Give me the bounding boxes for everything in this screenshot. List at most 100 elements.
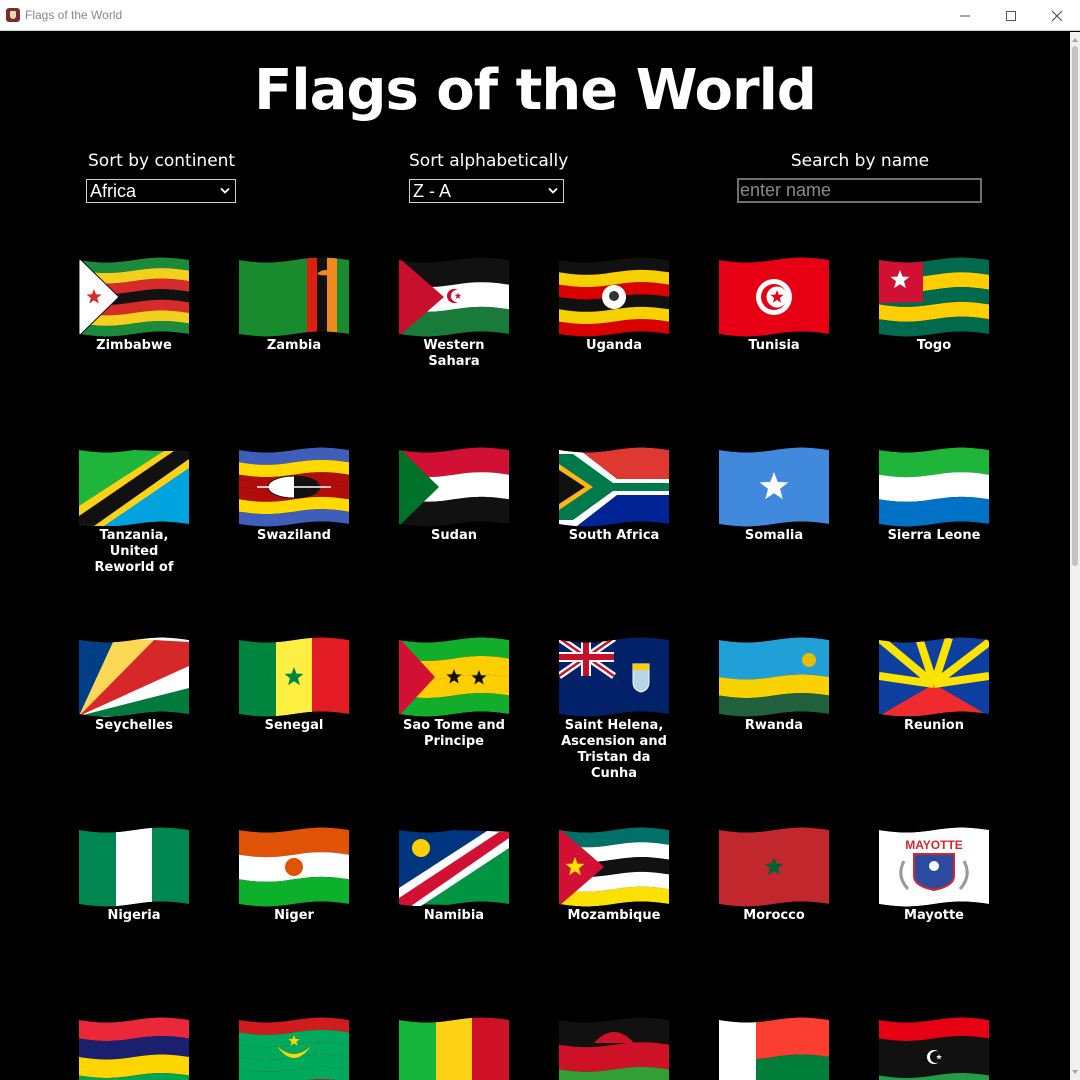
flag-name: Zambia [266, 338, 322, 353]
flag-card[interactable] [79, 1016, 189, 1080]
flag-card[interactable]: Swaziland [239, 446, 349, 544]
flag-name: Saint Helena, Ascension and Tristan da C… [561, 718, 667, 781]
madagascar-flag [719, 1017, 829, 1080]
libya-flag [879, 1017, 989, 1080]
flag-card[interactable]: Uganda [559, 256, 669, 354]
continent-select-value: Africa [90, 181, 137, 201]
flag-name: Rwanda [744, 718, 804, 733]
flag-card[interactable]: Senegal [239, 636, 349, 734]
search-label: Search by name [790, 151, 930, 171]
continent-select[interactable]: Africa [86, 179, 236, 203]
mauritania-flag [239, 1017, 349, 1080]
flag-card[interactable]: Western Sahara [399, 256, 509, 370]
flag-card[interactable]: Namibia [399, 826, 509, 924]
flag-name: Togo [916, 338, 952, 353]
south-africa-flag [559, 447, 669, 527]
flag-card[interactable]: Reunion [879, 636, 989, 734]
flag-card[interactable] [399, 1016, 509, 1080]
rwanda-flag [719, 637, 829, 717]
chevron-down-icon [548, 187, 558, 194]
vertical-scrollbar[interactable] [1070, 32, 1080, 1080]
window-titlebar: Flags of the World [0, 0, 1080, 31]
flag-card[interactable] [559, 1016, 669, 1080]
maximize-icon [1006, 10, 1016, 21]
flag-name: Uganda [586, 338, 642, 353]
maximize-button[interactable] [988, 0, 1034, 31]
app-icon [6, 8, 20, 22]
mayotte-flag: MAYOTTE [879, 827, 989, 907]
close-icon [1051, 10, 1063, 21]
togo-flag [879, 257, 989, 337]
flag-name: Tanzania, United Reworld of [94, 528, 174, 575]
chevron-down-icon [220, 187, 230, 194]
window-controls [942, 0, 1080, 31]
flag-card[interactable]: Zimbabwe [79, 256, 189, 354]
flag-name: Sao Tome and Principe [403, 718, 505, 749]
flag-card[interactable]: Morocco [719, 826, 829, 924]
flag-name: Namibia [423, 908, 485, 923]
flag-card[interactable]: Sudan [399, 446, 509, 544]
nigeria-flag [79, 827, 189, 907]
flag-card[interactable]: Sao Tome and Principe [399, 636, 509, 750]
alphabetical-select[interactable]: Z - A [409, 179, 564, 203]
alphabetical-label: Sort alphabetically [409, 151, 569, 171]
namibia-flag [399, 828, 509, 906]
flag-name: Somalia [744, 528, 804, 543]
flag-name: Senegal [264, 718, 324, 733]
sudan-flag [399, 447, 509, 527]
malawi-flag [559, 1017, 669, 1080]
minimize-button[interactable] [942, 0, 988, 31]
flag-card[interactable]: Nigeria [79, 826, 189, 924]
flag-emblem-text: MAYOTTE [905, 838, 963, 852]
flag-name: Tunisia [748, 338, 800, 353]
saint-helena-flag [559, 637, 669, 717]
sierra-leone-flag [879, 447, 989, 527]
flag-card[interactable] [719, 1016, 829, 1080]
mali-flag [399, 1017, 509, 1080]
uganda-flag [559, 257, 669, 337]
alphabetical-select-value: Z - A [413, 181, 452, 201]
somalia-flag [719, 447, 829, 527]
continent-label: Sort by continent [88, 151, 236, 171]
flag-card[interactable]: Mozambique [559, 826, 669, 924]
morocco-flag [719, 827, 829, 907]
flag-card[interactable]: MAYOTTE Mayotte [879, 826, 989, 924]
flag-card[interactable]: Tunisia [719, 256, 829, 354]
flag-card[interactable]: Sierra Leone [879, 446, 989, 544]
flag-name: Reunion [904, 718, 964, 733]
mauritius-flag [79, 1017, 189, 1080]
zambia-flag [239, 257, 349, 337]
minimize-icon [960, 15, 970, 16]
page-title: Flags of the World [254, 58, 817, 123]
flag-card[interactable] [879, 1016, 989, 1080]
flag-card[interactable]: Saint Helena, Ascension and Tristan da C… [559, 636, 669, 782]
window-title: Flags of the World [25, 8, 123, 22]
swaziland-flag [239, 447, 349, 527]
zimbabwe-flag [79, 257, 189, 337]
niger-flag [239, 827, 349, 907]
flag-name: Niger [274, 908, 314, 923]
flag-card[interactable]: Togo [879, 256, 989, 354]
search-input[interactable]: enter name [737, 178, 982, 203]
scroll-down-icon[interactable] [1072, 1070, 1078, 1074]
flag-card[interactable]: Seychelles [79, 636, 189, 734]
flag-card[interactable]: Rwanda [719, 636, 829, 734]
tanzania-flag [79, 448, 189, 526]
flag-name: Mayotte [904, 908, 964, 923]
flag-name: Sierra Leone [887, 528, 981, 543]
flag-card[interactable]: Zambia [239, 256, 349, 354]
search-placeholder: enter name [740, 180, 832, 200]
western-sahara-flag [399, 257, 509, 337]
reunion-flag [879, 637, 989, 717]
flag-card[interactable] [239, 1016, 349, 1080]
flag-card[interactable]: South Africa [559, 446, 669, 544]
scroll-up-icon[interactable] [1072, 38, 1078, 42]
scrollbar-thumb[interactable] [1072, 46, 1078, 566]
flag-card[interactable]: Niger [239, 826, 349, 924]
flag-name: Swaziland [257, 528, 331, 543]
flag-card[interactable]: Tanzania, United Reworld of [79, 446, 189, 576]
close-button[interactable] [1034, 0, 1080, 31]
seychelles-flag [79, 637, 189, 717]
flag-card[interactable]: Somalia [719, 446, 829, 544]
flag-name: Sudan [431, 528, 477, 543]
